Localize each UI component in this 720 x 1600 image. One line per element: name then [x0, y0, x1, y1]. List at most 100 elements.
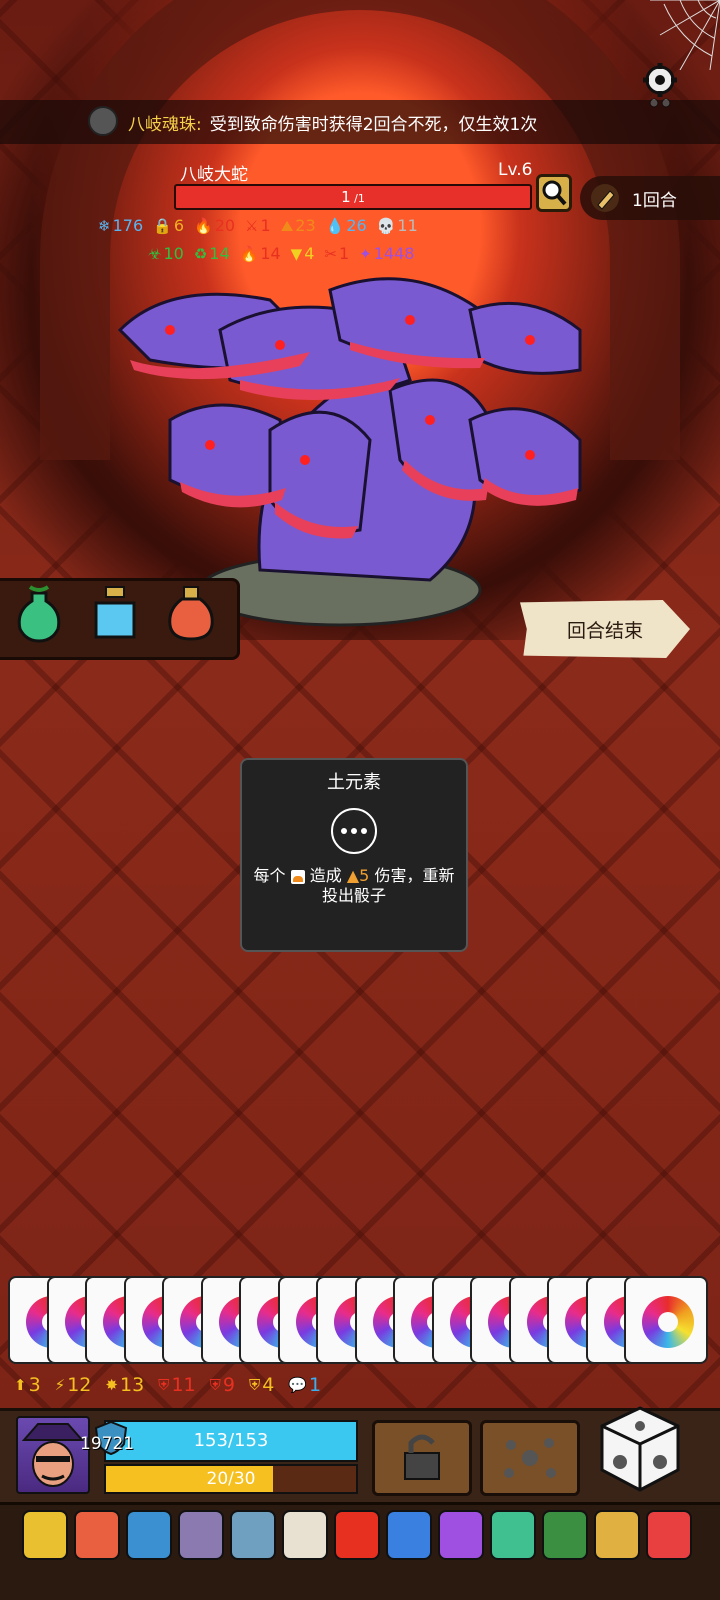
- gold-chain-relic-icon[interactable]: [22, 1510, 68, 1560]
- ice-creature-relic-icon[interactable]: [386, 1510, 432, 1560]
- player-stat-value: 9: [222, 1374, 235, 1396]
- boss-stats-row-1: ❄ 176 🔒 6 🔥 20 ⚔ 1 ⛰ 23 💧 26 💀 11: [98, 216, 418, 235]
- tooltip-damage: 5: [359, 866, 370, 885]
- blue-mask-relic-icon[interactable]: [126, 1510, 172, 1560]
- round-label: 1回合: [632, 190, 677, 211]
- boss-relic-description: 受到致命伤害时获得2回合不死，仅生效1次: [209, 114, 538, 135]
- boss-stats-row-2: ☣ 10 ♻ 14 🔥 14 ▼ 4 ✂ 1 ✦ 1448: [148, 244, 414, 263]
- skill-slot-locked-1[interactable]: [372, 1420, 472, 1496]
- player-avatar[interactable]: [16, 1416, 90, 1494]
- boss-stat-value: 176: [112, 216, 144, 235]
- dice-card[interactable]: [624, 1276, 708, 1364]
- player-status-row: ⬆ 3 ⚡ 12 ✸ 13 ⛨ 11 ⛨ 9 ⛨ 4 💬 1: [14, 1374, 321, 1396]
- boss-stat-value: 11: [397, 216, 418, 235]
- green-scroll-relic-icon[interactable]: [542, 1510, 588, 1560]
- sword-relic-icon[interactable]: [594, 1510, 640, 1560]
- bleed-icon: ✂: [324, 244, 337, 263]
- player-shield-value: 19721: [80, 1434, 135, 1454]
- boss-stat[interactable]: 💧 26: [326, 216, 367, 235]
- regen-icon: ♻: [193, 244, 208, 263]
- tooltip-description: 每个 造成 ▲5 伤害，重新投出骰子: [253, 866, 455, 905]
- burn-icon: 🔥: [239, 244, 259, 263]
- roll-dice-button[interactable]: [598, 1404, 682, 1494]
- boss-stat-value: 14: [209, 244, 230, 263]
- moon-relic-icon[interactable]: [438, 1510, 484, 1560]
- boss-stat[interactable]: ♻ 14: [194, 244, 230, 263]
- boss-stat[interactable]: 🔒 6: [153, 216, 184, 235]
- gem-relic-icon[interactable]: [490, 1510, 536, 1560]
- boss-stat[interactable]: ❄ 176: [98, 216, 143, 235]
- player-stat[interactable]: ⛨ 9: [210, 1374, 235, 1396]
- red-potion-icon[interactable]: [164, 585, 218, 645]
- sun-relic-icon[interactable]: [282, 1510, 328, 1560]
- fire-claw-icon: 🔥: [194, 216, 213, 235]
- rainbow-swirl-icon: [642, 1296, 694, 1348]
- player-stat[interactable]: ✸ 13: [105, 1374, 144, 1396]
- player-stat-value: 4: [262, 1374, 275, 1396]
- inspect-boss-button[interactable]: [536, 174, 572, 212]
- scroll-icon: [591, 184, 619, 212]
- boss-stat[interactable]: 🔥 14: [240, 244, 281, 263]
- player-hp-text: 153/153: [193, 1430, 269, 1451]
- magnifier-icon: [542, 180, 567, 206]
- dice-card-hand: [8, 1276, 712, 1364]
- boss-stat-value: 20: [214, 216, 236, 235]
- red-bird-relic-icon[interactable]: [334, 1510, 380, 1560]
- wizard-portrait-icon: [21, 1423, 85, 1487]
- lightning-icon: ⚡: [54, 1376, 66, 1394]
- skull-icon: 💀: [376, 216, 396, 235]
- lock-icon: 🔒: [153, 216, 172, 235]
- stone-relic-icon[interactable]: [178, 1510, 224, 1560]
- player-energy-bar: 20/30: [104, 1464, 358, 1494]
- red-shield-check-icon: ⛨: [209, 1376, 221, 1394]
- player-stat[interactable]: ⬆ 3: [14, 1374, 41, 1396]
- water-icon: 💧: [325, 216, 345, 235]
- player-stat[interactable]: 💬 1: [288, 1374, 321, 1396]
- player-stat[interactable]: ⛨ 4: [249, 1374, 274, 1396]
- green-potion-icon[interactable]: [12, 585, 66, 645]
- boss-name: 八岐大蛇: [180, 165, 248, 185]
- dice-chest-relic-icon[interactable]: [646, 1510, 692, 1560]
- blue-potion-icon[interactable]: [88, 585, 142, 645]
- shattered-icon: [504, 1438, 556, 1478]
- boss-hp-bar: 1 /1: [174, 184, 532, 210]
- boss-stat-value: 1448: [373, 244, 415, 263]
- boss-stat[interactable]: 🔥 20: [194, 216, 235, 235]
- triangle-icon: ▼: [290, 244, 303, 263]
- boss-stat-value: 6: [173, 216, 184, 235]
- boss-stat-value: 10: [163, 244, 184, 263]
- boss-relic-name: 八岐魂珠:: [128, 114, 202, 135]
- cobweb-decoration: [650, 0, 720, 70]
- eight-headed-hydra-boss[interactable]: [110, 270, 610, 630]
- end-turn-button[interactable]: 回合结束: [520, 600, 690, 658]
- skill-slot-locked-2[interactable]: [480, 1420, 580, 1496]
- potion-shelf: [0, 578, 240, 660]
- boss-relic-icon[interactable]: [88, 106, 118, 136]
- boss-stat[interactable]: ⚔ 1: [245, 216, 271, 235]
- round-counter: 1回合: [580, 176, 720, 220]
- boss-stat[interactable]: 💀 11: [377, 216, 418, 235]
- boss-stat[interactable]: ⛰ 23: [281, 216, 316, 235]
- sword-icon: ⚔: [245, 216, 259, 235]
- boss-stat[interactable]: ✂ 1: [324, 244, 349, 263]
- ring-relic-icon[interactable]: [74, 1510, 120, 1560]
- earth-icon: ⛰: [280, 216, 294, 235]
- boss-stat-value: 1: [260, 216, 271, 235]
- player-stat[interactable]: ⛨ 11: [158, 1374, 195, 1396]
- star-bolt-icon: ✸: [105, 1376, 118, 1394]
- boss-stat[interactable]: ☣ 10: [148, 244, 184, 263]
- horn-relic-icon[interactable]: [230, 1510, 276, 1560]
- boss-hp-max: 1: [357, 192, 365, 205]
- earth-damage-icon: ▲: [346, 866, 360, 885]
- boss-stat[interactable]: ▼ 4: [291, 244, 315, 263]
- player-stat-value: 3: [28, 1374, 41, 1396]
- boss-stat[interactable]: ✦ 1448: [359, 244, 414, 263]
- player-stat-value: 12: [67, 1374, 92, 1396]
- tooltip-title: 土元素: [327, 772, 381, 793]
- boss-stat-value: 26: [346, 216, 367, 235]
- player-stat[interactable]: ⚡ 12: [55, 1374, 92, 1396]
- boss-stat-value: 23: [295, 216, 316, 235]
- player-energy-text: 20/30: [206, 1469, 256, 1489]
- settings-gear-icon[interactable]: [642, 62, 678, 98]
- dice-face-tooltip: 土元素 每个 造成 ▲5 伤害，重新投出骰子: [240, 758, 468, 952]
